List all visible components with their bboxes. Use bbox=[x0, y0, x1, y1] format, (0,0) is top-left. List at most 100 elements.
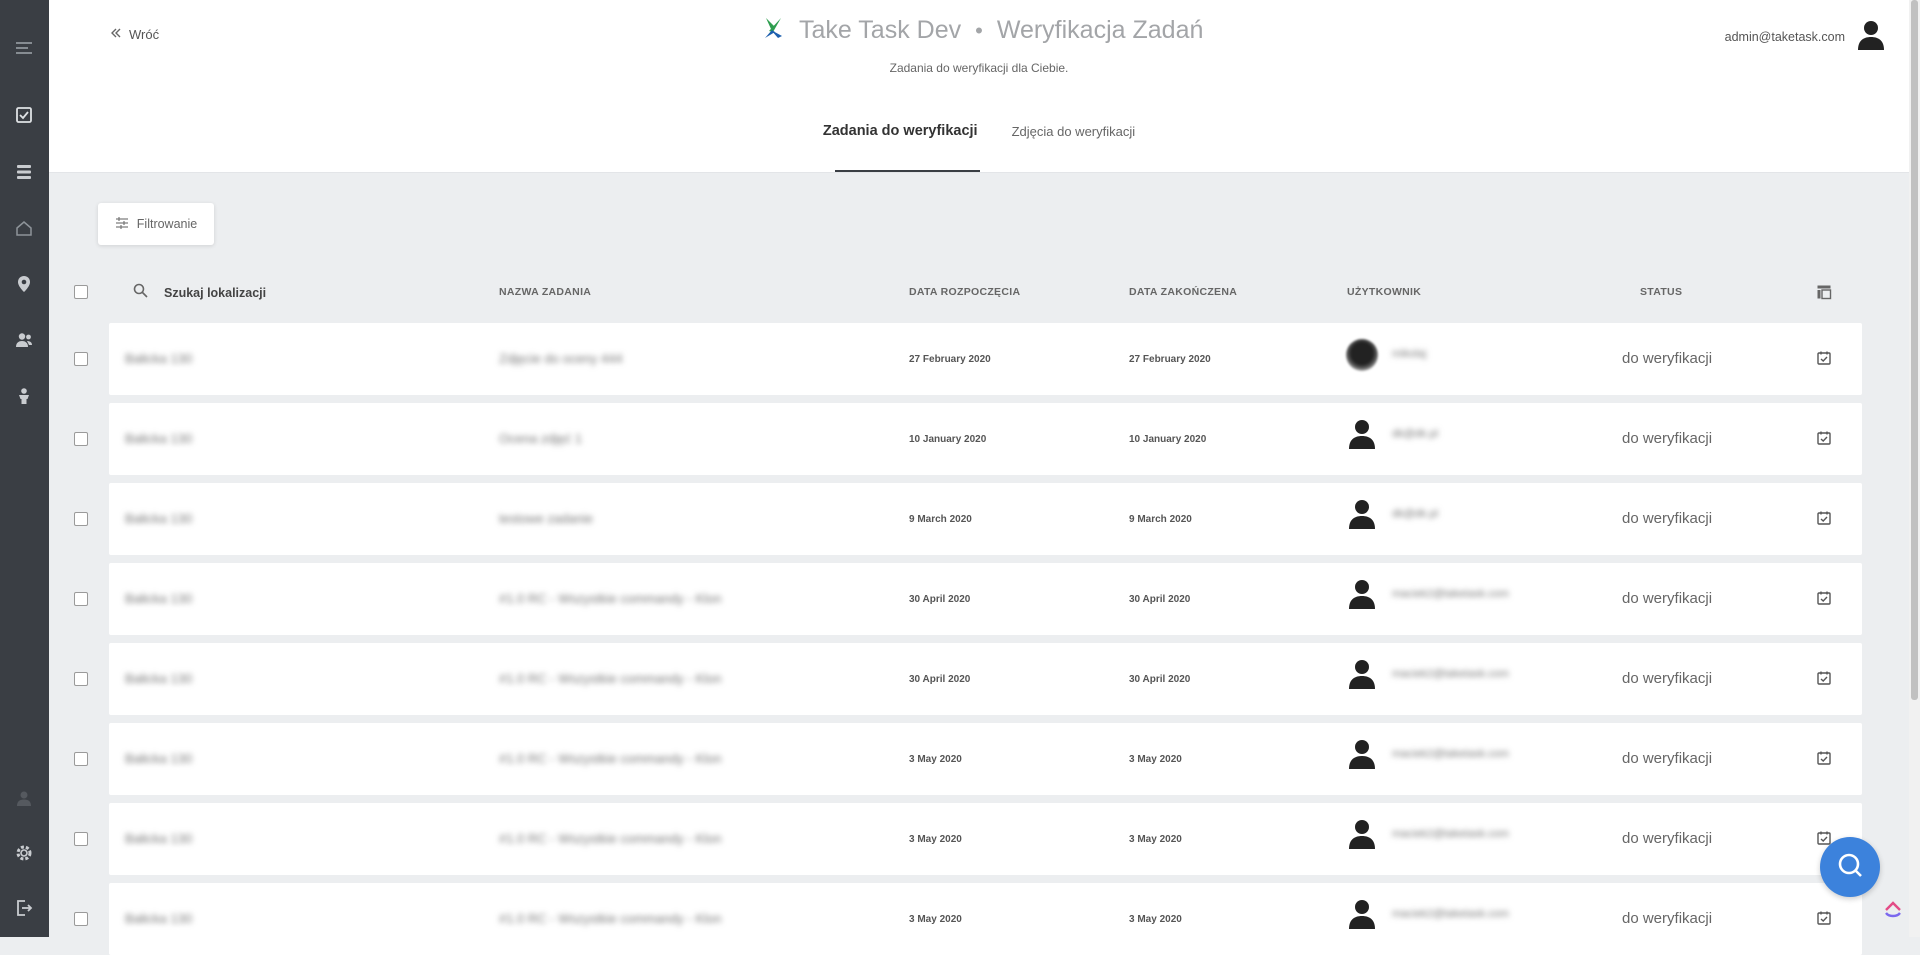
status-cell: do weryfikacji bbox=[1622, 590, 1713, 607]
status-cell: do weryfikacji bbox=[1622, 750, 1713, 767]
user-avatar-icon bbox=[1346, 899, 1382, 935]
row-checkbox[interactable] bbox=[74, 912, 88, 926]
row-checkbox[interactable] bbox=[74, 512, 88, 526]
tab-label: Zdjęcia do weryfikacji bbox=[1011, 124, 1136, 139]
user-menu[interactable]: admin@taketask.com bbox=[1725, 20, 1885, 53]
start-date-cell: 30 April 2020 bbox=[909, 674, 971, 685]
verify-task-icon[interactable] bbox=[1816, 670, 1832, 686]
column-header-user[interactable]: UŻYTKOWNIK bbox=[1347, 286, 1421, 298]
row-checkbox[interactable] bbox=[74, 352, 88, 366]
verify-task-icon[interactable] bbox=[1816, 750, 1832, 766]
location-cell: Bałicka 130 bbox=[125, 431, 193, 446]
table-row[interactable]: Bałicka 130 testowe zadanie 9 March 2020 9 … bbox=[109, 483, 1862, 555]
verify-task-icon[interactable] bbox=[1816, 510, 1832, 526]
table-row[interactable]: Bałicka 130 Zdjęcie do oceny 444 27 Februa… bbox=[109, 323, 1862, 395]
user-cell: mikolaj bbox=[1392, 348, 1427, 360]
row-checkbox[interactable] bbox=[74, 832, 88, 846]
user-avatar-icon bbox=[1857, 20, 1885, 53]
task-name-cell: #1.0 RC - Wszystkie commandy - Klon bbox=[499, 591, 722, 606]
verify-task-icon[interactable] bbox=[1816, 430, 1832, 446]
column-header-task-name[interactable]: NAZWA ZADANIA bbox=[499, 286, 591, 298]
verify-task-icon[interactable] bbox=[1816, 910, 1832, 926]
user-avatar-icon bbox=[1346, 499, 1382, 535]
tab-tasks-verification[interactable]: Zadania do weryfikacji bbox=[823, 118, 980, 172]
table-row[interactable]: Bałicka 130 #1.0 RC - Wszystkie commandy … bbox=[109, 803, 1862, 875]
location-pin-icon[interactable] bbox=[12, 272, 36, 296]
task-name-cell: #1.0 RC - Wszystkie commandy - Klon bbox=[499, 751, 722, 766]
back-label: Wróć bbox=[129, 27, 160, 42]
page-title: Take Task Dev • Weryfikacja Zadań bbox=[763, 16, 1203, 45]
location-cell: Bałicka 130 bbox=[125, 671, 193, 686]
task-name-cell: #1.0 RC - Wszystkie commandy - Klon bbox=[499, 671, 722, 686]
person-icon[interactable] bbox=[12, 384, 36, 408]
user-cell: dk@dk.pl bbox=[1392, 428, 1439, 440]
column-header-start-date[interactable]: DATA ROZPOCZĘCIA bbox=[909, 286, 1020, 298]
user-cell: maciek2@taketask.com bbox=[1392, 668, 1509, 680]
clickup-logo-icon[interactable] bbox=[1882, 897, 1904, 919]
tasks-check-icon[interactable] bbox=[12, 103, 36, 127]
end-date-cell: 27 February 2020 bbox=[1129, 354, 1211, 365]
settings-icon[interactable] bbox=[12, 841, 36, 865]
table-row[interactable]: Bałicka 130 Ocena zdjęć 1 10 January 2020 1… bbox=[109, 403, 1862, 475]
user-cell: maciek2@taketask.com bbox=[1392, 828, 1509, 840]
table-row[interactable]: Bałicka 130 #1.0 RC - Wszystkie commandy … bbox=[109, 563, 1862, 635]
task-name-cell: #1.0 RC - Wszystkie commandy - Klon bbox=[499, 831, 722, 846]
tab-bar: Zadania do weryfikacji Zdjęcia do weryfi… bbox=[49, 118, 1909, 172]
help-search-button[interactable] bbox=[1820, 837, 1880, 897]
page-header: Wróć Take Task Dev • Weryfikacja Zadań Z… bbox=[49, 0, 1909, 173]
filter-button[interactable]: Filtrowanie bbox=[98, 203, 214, 245]
user-cell: maciek2@taketask.com bbox=[1392, 588, 1509, 600]
page-name: Weryfikacja Zadań bbox=[996, 16, 1204, 44]
status-cell: do weryfikacji bbox=[1622, 430, 1713, 447]
row-checkbox[interactable] bbox=[74, 672, 88, 686]
layers-icon[interactable] bbox=[12, 160, 36, 184]
end-date-cell: 9 March 2020 bbox=[1129, 514, 1192, 525]
table-row[interactable]: Bałicka 130 #1.0 RC - Wszystkie commandy … bbox=[109, 643, 1862, 715]
row-checkbox[interactable] bbox=[74, 592, 88, 606]
location-cell: Bałicka 130 bbox=[125, 831, 193, 846]
search-input[interactable] bbox=[162, 285, 466, 301]
column-header-status[interactable]: STATUS bbox=[1640, 286, 1682, 298]
location-cell: Bałicka 130 bbox=[125, 351, 193, 366]
title-separator: • bbox=[975, 17, 983, 43]
table-row[interactable]: Bałicka 130 #1.0 RC - Wszystkie commandy … bbox=[109, 883, 1862, 955]
task-name-cell: #1.0 RC - Wszystkie commandy - Klon bbox=[499, 911, 722, 926]
start-date-cell: 10 January 2020 bbox=[909, 434, 987, 445]
verify-task-icon[interactable] bbox=[1816, 590, 1832, 606]
user-avatar-icon bbox=[1346, 419, 1382, 455]
user-email: admin@taketask.com bbox=[1724, 29, 1845, 44]
row-checkbox[interactable] bbox=[74, 432, 88, 446]
page-subtitle: Zadania do weryfikacji dla Ciebie. bbox=[889, 61, 1069, 75]
task-name-cell: Zdjęcie do oceny 444 bbox=[499, 351, 623, 366]
column-header-end-date[interactable]: DATA ZAKOŃCZENA bbox=[1129, 286, 1237, 298]
sidebar bbox=[0, 0, 49, 937]
end-date-cell: 10 January 2020 bbox=[1129, 434, 1207, 445]
table-row[interactable]: Bałicka 130 #1.0 RC - Wszystkie commandy … bbox=[109, 723, 1862, 795]
back-button[interactable]: Wróć bbox=[109, 26, 159, 43]
row-checkbox[interactable] bbox=[74, 752, 88, 766]
user-photo-avatar bbox=[1346, 339, 1382, 375]
tab-photos-verification[interactable]: Zdjęcia do weryfikacji bbox=[1012, 118, 1136, 172]
user-cell: dk@dk.pl bbox=[1392, 508, 1439, 520]
user-avatar-icon bbox=[1346, 739, 1382, 775]
logout-icon[interactable] bbox=[12, 896, 36, 920]
home-icon[interactable] bbox=[12, 216, 36, 240]
select-all-checkbox[interactable] bbox=[74, 285, 88, 299]
app-name: Take Task Dev bbox=[799, 16, 962, 44]
user-cell: maciek2@taketask.com bbox=[1392, 748, 1509, 760]
status-cell: do weryfikacji bbox=[1622, 510, 1713, 527]
start-date-cell: 3 May 2020 bbox=[909, 834, 962, 845]
scrollbar-thumb[interactable] bbox=[1911, 0, 1918, 700]
page-scrollbar[interactable] bbox=[1909, 0, 1920, 937]
chat-search-icon bbox=[1836, 851, 1864, 884]
column-settings-icon[interactable] bbox=[1816, 284, 1832, 300]
verify-task-icon[interactable] bbox=[1816, 350, 1832, 366]
user-icon[interactable] bbox=[12, 786, 36, 810]
location-search bbox=[133, 283, 466, 303]
taketask-logo-icon bbox=[763, 16, 785, 45]
end-date-cell: 3 May 2020 bbox=[1129, 754, 1182, 765]
status-cell: do weryfikacji bbox=[1622, 350, 1713, 367]
menu-icon[interactable] bbox=[12, 36, 36, 60]
users-icon[interactable] bbox=[12, 328, 36, 352]
start-date-cell: 3 May 2020 bbox=[909, 754, 962, 765]
